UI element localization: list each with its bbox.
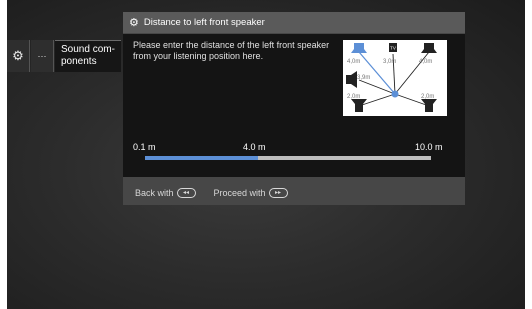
- proceed-label: Proceed with: [213, 188, 266, 198]
- nav-sound-label-line1: Sound com-: [61, 44, 115, 55]
- dist-rear-right: 2,0m: [421, 94, 434, 100]
- dialog-body: Please enter the distance of the left fr…: [123, 34, 465, 177]
- front-left-speaker-icon: [351, 43, 367, 53]
- nav-sound-components[interactable]: Sound com- ponents: [55, 40, 121, 72]
- rear-left-speaker-icon: [351, 99, 367, 112]
- gear-icon: ⚙: [12, 48, 24, 63]
- dist-front-right: 4,0m: [419, 59, 432, 65]
- distance-slider[interactable]: [145, 156, 431, 160]
- speaker-diagram-svg: TV 4,0m 3,0m 4,0m 3,9m 2,0m 2,0m: [346, 43, 437, 112]
- front-right-speaker-icon: [421, 43, 437, 53]
- speaker-distance-dialog: ⚙ Distance to left front speaker Please …: [123, 12, 465, 205]
- side-left-speaker-icon: [346, 71, 357, 88]
- nav-settings[interactable]: ⚙: [7, 40, 30, 72]
- dialog-title-bar: ⚙ Distance to left front speaker: [123, 12, 465, 33]
- instruction-text: Please enter the distance of the left fr…: [133, 40, 330, 61]
- slider-max-label: 10.0 m: [415, 142, 443, 152]
- tv-screen: ⚙ ··· Sound com- ponents ⚙ Distance to l…: [7, 0, 525, 309]
- more-label: ···: [37, 51, 47, 61]
- nav-sound-label-line2: ponents: [61, 56, 97, 67]
- dist-rear-left: 2,0m: [347, 94, 360, 100]
- screen: ⚙ ··· Sound com- ponents ⚙ Distance to l…: [0, 0, 532, 309]
- dialog-footer: Back with ◂◂ Proceed with ▸▸: [135, 188, 292, 198]
- proceed-hint[interactable]: Proceed with: [214, 188, 266, 198]
- slider-current-label: 4.0 m: [243, 142, 266, 152]
- dialog-title: Distance to left front speaker: [143, 17, 265, 28]
- rear-right-speaker-icon: [421, 99, 437, 112]
- slider-min-label: 0.1 m: [133, 142, 156, 152]
- nav-more[interactable]: ···: [31, 40, 54, 72]
- center-speaker-icon: TV: [389, 43, 397, 52]
- dist-front-left: 4,0m: [347, 59, 360, 65]
- gears-icon: ⚙: [129, 17, 139, 29]
- rewind-key-icon: ◂◂: [176, 188, 196, 198]
- listener-marker: [391, 90, 399, 98]
- slider-fill: [145, 156, 258, 160]
- dist-center: 3,0m: [383, 59, 396, 65]
- tv-label: TV: [390, 46, 396, 51]
- back-hint[interactable]: Back with: [135, 188, 174, 198]
- forward-key-icon: ▸▸: [268, 188, 288, 198]
- speaker-layout-diagram: TV 4,0m 3,0m 4,0m 3,9m 2,0m 2,0m: [343, 40, 447, 116]
- back-label: Back with: [135, 188, 174, 198]
- dist-side-left: 3,9m: [357, 75, 370, 81]
